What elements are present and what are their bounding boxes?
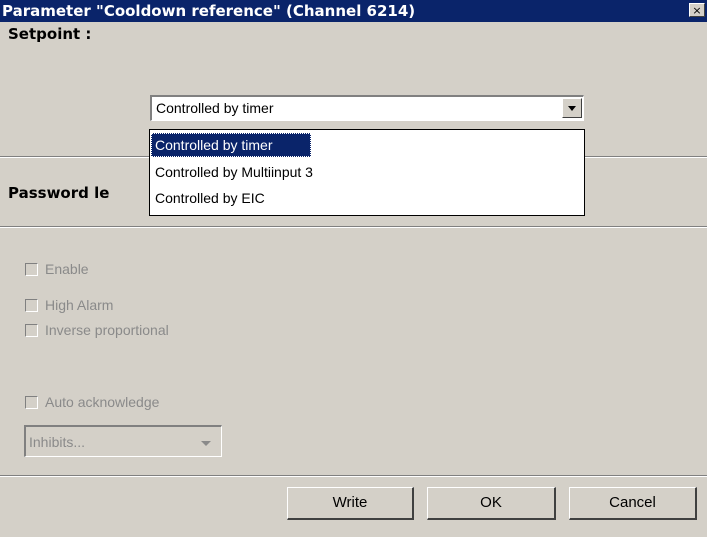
ok-label: K (491, 494, 502, 511)
title-bar: Parameter "Cooldown reference" (Channel … (0, 0, 707, 22)
high-alarm-label: High Alarm (45, 297, 114, 313)
enable-label: Enable (45, 261, 89, 277)
chevron-down-icon (201, 441, 211, 446)
separator (0, 226, 707, 228)
dropdown-arrow-button[interactable] (562, 98, 582, 118)
cancel-button[interactable]: Cancel (569, 487, 697, 520)
auto-acknowledge-checkbox[interactable] (25, 396, 38, 409)
close-button[interactable]: × (689, 3, 705, 17)
write-button[interactable]: Write (287, 487, 414, 520)
password-level-label: Password le (8, 184, 110, 202)
ok-button[interactable]: OK (427, 487, 556, 520)
inhibits-dropdown[interactable]: Inhibits... (24, 425, 222, 457)
cancel-label: ancel (619, 494, 656, 511)
inverse-proportional-checkbox[interactable] (25, 324, 38, 337)
setpoint-label: Setpoint : (8, 25, 92, 43)
setpoint-options-list[interactable]: Controlled by timer Controlled by Multii… (149, 129, 585, 216)
inverse-proportional-label: Inverse proportional (45, 322, 169, 338)
close-icon: × (692, 4, 702, 17)
setpoint-selected-value: Controlled by timer (156, 100, 274, 116)
option-controlled-by-eic[interactable]: Controlled by EIC (151, 186, 265, 210)
option-controlled-by-multiinput-3[interactable]: Controlled by Multiinput 3 (151, 160, 313, 184)
write-mnemonic: W (332, 494, 347, 511)
high-alarm-checkbox[interactable] (25, 299, 38, 312)
write-label: rite (346, 494, 368, 511)
window-title: Parameter "Cooldown reference" (Channel … (2, 2, 416, 20)
option-controlled-by-timer[interactable]: Controlled by timer (151, 133, 311, 157)
separator (0, 475, 707, 477)
chevron-down-icon (568, 106, 576, 111)
cancel-mnemonic: C (609, 494, 620, 511)
setpoint-dropdown[interactable]: Controlled by timer (150, 95, 584, 121)
enable-checkbox[interactable] (25, 263, 38, 276)
auto-acknowledge-label: Auto acknowledge (45, 394, 160, 410)
inhibits-value: Inhibits... (29, 434, 86, 450)
ok-mnemonic: O (480, 494, 492, 511)
